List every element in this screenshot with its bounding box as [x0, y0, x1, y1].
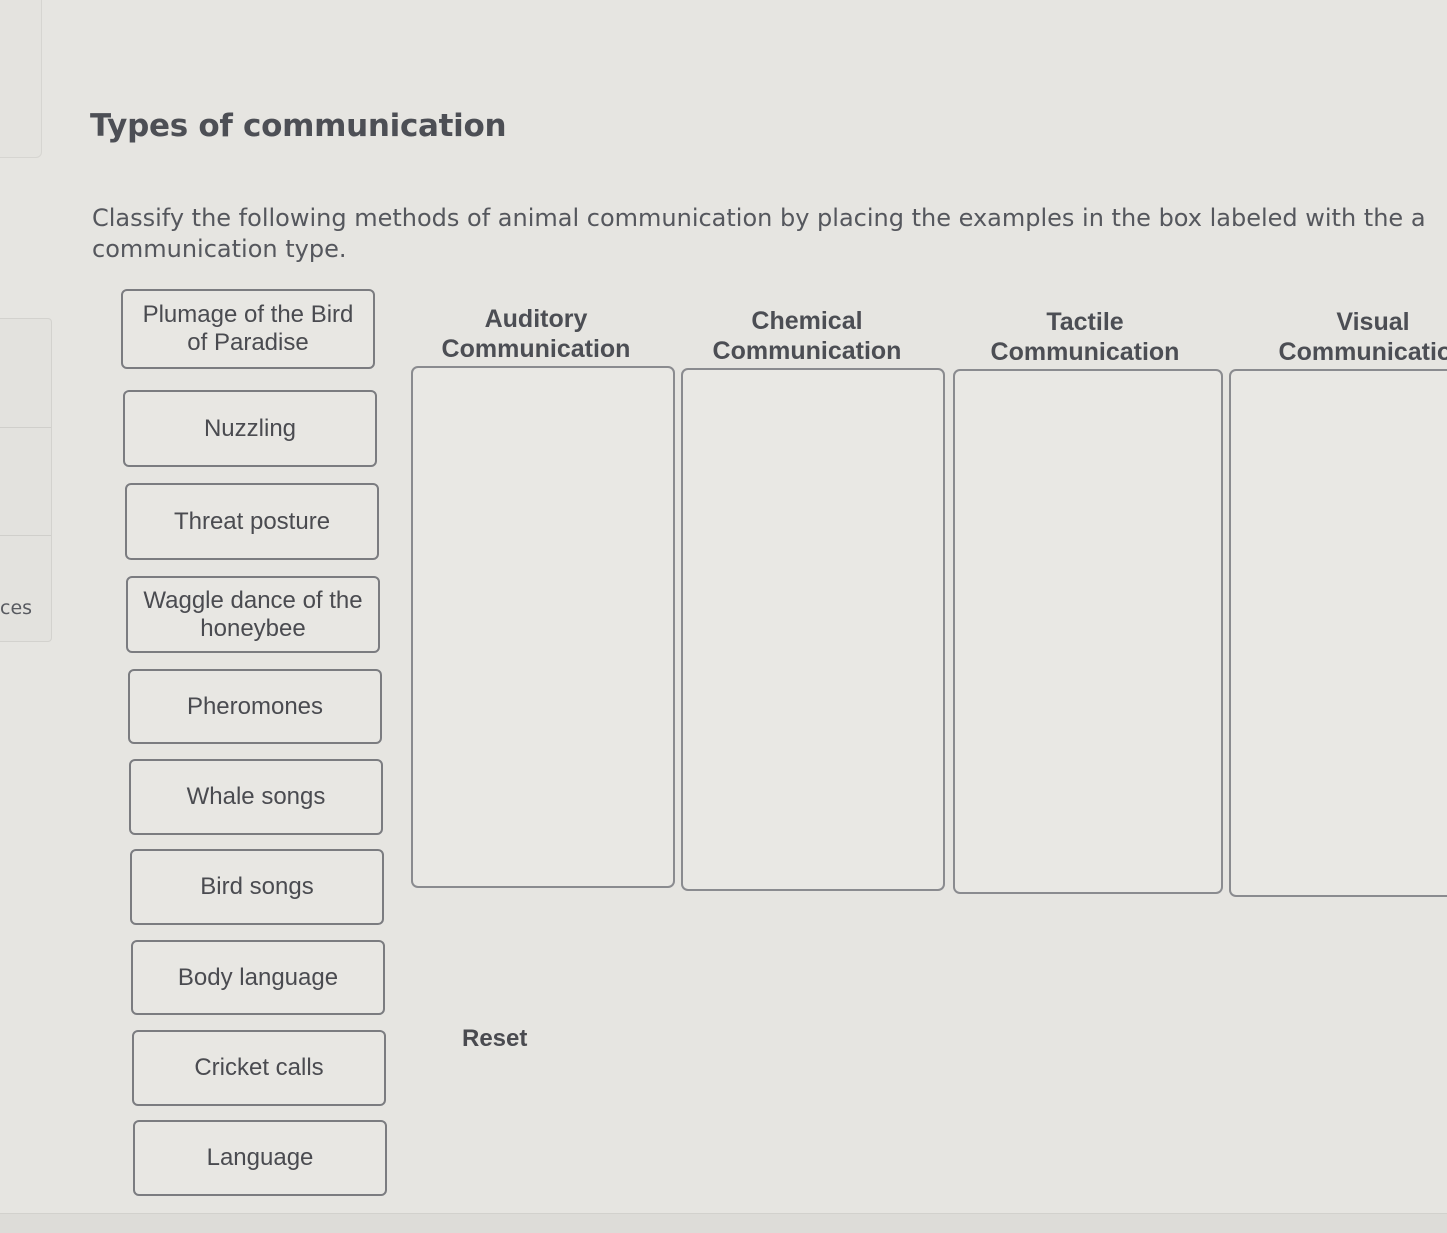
drag-card-cricket-calls[interactable]: Cricket calls [132, 1030, 386, 1106]
page-title: Types of communication [90, 108, 507, 144]
card-label: Whale songs [186, 783, 326, 810]
category-title: Chemical [751, 307, 863, 335]
card-label: Pheromones [186, 692, 324, 720]
category-title: Tactile [1046, 308, 1124, 336]
card-label: Language [206, 1144, 314, 1171]
category-title: Visual [1336, 308, 1410, 336]
nav-divider [0, 427, 51, 428]
card-label: Plumage of the Bird of Paradise [142, 301, 354, 356]
drag-card-threat-posture[interactable]: Threat posture [125, 483, 379, 560]
reset-button[interactable]: Reset [462, 1025, 527, 1053]
card-label: Bird songs [200, 873, 314, 900]
instructions-line-2: communication type. [92, 235, 347, 263]
drag-card-bird-songs[interactable]: Bird songs [130, 849, 384, 925]
drag-card-body-language[interactable]: Body language [131, 940, 385, 1015]
instructions-line-1: Classify the following methods of animal… [92, 204, 1426, 232]
drag-card-language[interactable]: Language [133, 1120, 387, 1196]
side-panel-top [0, 0, 42, 158]
category-label-auditory: Auditory Communication [401, 304, 671, 364]
side-nav-item-label[interactable]: ces [0, 597, 32, 619]
drag-card-plumage[interactable]: Plumage of the Bird of Paradise [121, 289, 375, 369]
category-title: Auditory [484, 305, 588, 333]
nav-divider [0, 535, 51, 536]
category-label-chemical: Chemical Communication [672, 306, 942, 366]
drop-zone-chemical[interactable] [681, 368, 945, 891]
card-label: Body language [177, 963, 339, 991]
instructions: Classify the following methods of animal… [92, 203, 1447, 265]
category-subtitle: Communication [712, 337, 902, 365]
card-label: Nuzzling [203, 414, 297, 442]
screen-bottom-edge [0, 1213, 1447, 1233]
card-label: Waggle dance of the honeybee [143, 586, 363, 642]
drop-zone-tactile[interactable] [953, 369, 1223, 894]
drop-zone-visual[interactable] [1229, 369, 1447, 897]
category-label-visual: Visual Communication [1238, 307, 1447, 367]
drag-card-waggle-dance[interactable]: Waggle dance of the honeybee [126, 576, 380, 653]
category-subtitle: Communication [441, 335, 631, 363]
drag-card-nuzzling[interactable]: Nuzzling [123, 390, 377, 467]
category-subtitle: Communication [990, 338, 1180, 366]
card-label: Cricket calls [194, 1054, 324, 1081]
drag-card-whale-songs[interactable]: Whale songs [129, 759, 383, 835]
drop-zone-auditory[interactable] [411, 366, 675, 888]
category-subtitle: Communication [1278, 338, 1447, 366]
card-label: Threat posture [173, 507, 331, 535]
side-nav-panel: ces [0, 318, 52, 642]
drag-card-pheromones[interactable]: Pheromones [128, 669, 382, 744]
category-label-tactile: Tactile Communication [950, 307, 1220, 367]
